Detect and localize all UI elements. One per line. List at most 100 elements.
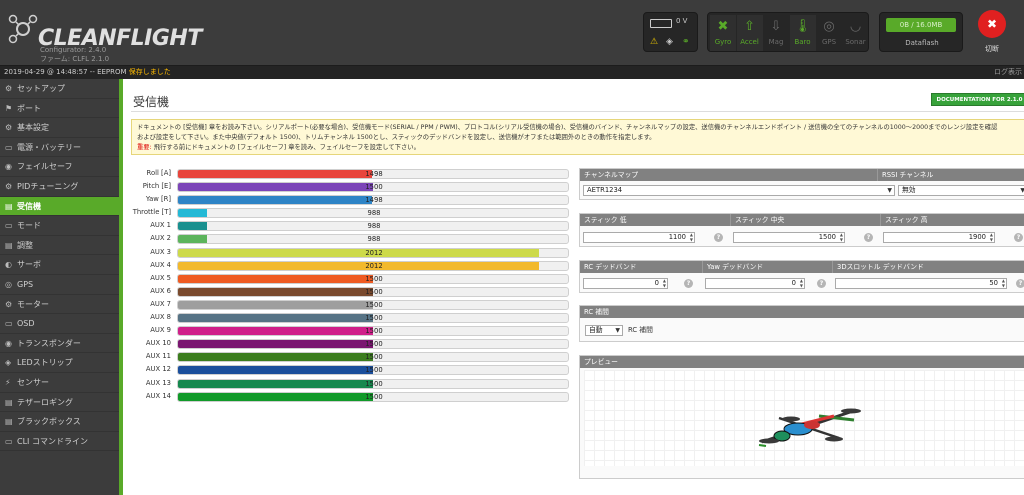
channel-meter: 1500 xyxy=(177,378,569,389)
sidebar-item-pid[interactable]: ⚙ PIDチューニング xyxy=(0,177,119,197)
top-header: CLEANFLIGHT Configurator: 2.4.0 ファーム: CL… xyxy=(0,0,1024,66)
help-icon[interactable]: ? xyxy=(864,233,873,242)
rssi-channel-select[interactable]: 無効 ▼ xyxy=(898,185,1024,196)
channel-value: 1500 xyxy=(365,392,383,401)
sidebar-item-label: ブラックボックス xyxy=(17,417,81,427)
channel-name: Pitch [E] xyxy=(142,182,171,191)
channel-meter: 1500 xyxy=(177,182,569,193)
sidebar-item-modes[interactable]: ▭ モード xyxy=(0,216,119,236)
config-icon: ⚙ xyxy=(5,123,13,133)
documentation-button[interactable]: DOCUMENTATION FOR 2.1.0 xyxy=(931,93,1024,106)
configurator-version: Configurator: 2.4.0 xyxy=(40,46,107,54)
quad-logo-icon xyxy=(8,14,38,44)
sidebar-item-gps-nav[interactable]: ◎ GPS xyxy=(0,275,119,295)
help-icon[interactable]: ? xyxy=(1014,233,1023,242)
sidebar-item-osd[interactable]: ▭ OSD xyxy=(0,314,119,334)
channel-name: AUX 7 xyxy=(150,299,171,308)
sidebar-item-receiver[interactable]: ▤ 受信機 xyxy=(0,196,119,217)
rssi-value: 無効 xyxy=(902,186,916,194)
deadband-box: RC デッドバンド Yaw デッドバンド 3Dスロットル デッドバンド 0 ▲ ▼ … xyxy=(579,260,1024,293)
channel-name: AUX 3 xyxy=(150,247,171,256)
stick-max-label: スティック 高 xyxy=(880,214,1024,226)
log-bar: 2019-04-29 @ 14:48:57 -- EEPROM 保存しました ロ… xyxy=(0,66,1024,79)
rc-interpolation-select[interactable]: 自動 ▼ xyxy=(585,325,623,336)
help-icon[interactable]: ? xyxy=(1016,279,1024,288)
channel-row: AUX 8 1500 xyxy=(131,312,571,325)
version-info: Configurator: 2.4.0 ファーム: CLFL 2.1.0 xyxy=(40,46,109,64)
sidebar-item-battery[interactable]: ▭ 電源・バッテリー xyxy=(0,138,119,158)
sidebar-item-servo[interactable]: ◐ サーボ xyxy=(0,255,119,275)
deadband-header: RC デッドバンド Yaw デッドバンド 3Dスロットル デッドバンド xyxy=(580,261,1024,273)
log-saved: 保存しました xyxy=(128,68,171,76)
channel-value: 1500 xyxy=(365,287,383,296)
help-icon[interactable]: ? xyxy=(817,279,826,288)
stick-range-box: スティック 低 スティック 中央 スティック 高 1100 ▲ ▼ ? 1500 ▲ ▼… xyxy=(579,213,1024,247)
yaw-deadband-input[interactable]: 0 ▲ ▼ xyxy=(705,278,805,289)
show-log-link[interactable]: ログ表示 xyxy=(994,66,1022,79)
sensor-label: GPS xyxy=(821,38,837,46)
spinner-icon[interactable]: ▲ ▼ xyxy=(1002,278,1005,288)
stick-center-input[interactable]: 1500 ▲ ▼ xyxy=(733,232,845,243)
sidebar-item-adjust[interactable]: ▤ 調整 xyxy=(0,236,119,256)
stick-max-input[interactable]: 1900 ▲ ▼ xyxy=(883,232,995,243)
spinner-icon[interactable]: ▲ ▼ xyxy=(990,232,993,242)
firmware-version: ファーム: CLFL 2.1.0 xyxy=(40,55,110,63)
channel-value: 2012 xyxy=(365,248,383,257)
channel-name: AUX 6 xyxy=(150,286,171,295)
help-icon[interactable]: ? xyxy=(714,233,723,242)
sidebar-item-label: ポート xyxy=(17,103,41,113)
sidebar-item-sensor[interactable]: ⚡ センサー xyxy=(0,373,119,393)
sidebar-item-led[interactable]: ◈ LEDストリップ xyxy=(0,353,119,373)
stick-max-value: 1900 xyxy=(968,233,986,241)
channel-value: 1500 xyxy=(365,300,383,309)
disconnect-button[interactable]: ✖ xyxy=(978,10,1006,38)
gps-nav-icon: ◎ xyxy=(5,279,12,289)
sidebar-item-motor[interactable]: ⚙ モーター xyxy=(0,295,119,315)
sidebar-item-cli[interactable]: ▭ CLI コマンドライン xyxy=(0,432,119,452)
sidebar-item-blackbox[interactable]: ▤ ブラックボックス xyxy=(0,412,119,432)
servo-icon: ◐ xyxy=(5,260,12,270)
spinner-icon[interactable]: ▲ ▼ xyxy=(800,278,803,288)
battery-icon: ▭ xyxy=(5,142,13,152)
sidebar-item-wrench[interactable]: ⚙ セットアップ xyxy=(0,79,119,99)
stick-min-input[interactable]: 1100 ▲ ▼ xyxy=(583,232,695,243)
sidebar-item-label: サーボ xyxy=(17,260,41,270)
info-note: ドキュメントの [受信機] 章をお読み下さい。シリアルポート(必要な場合)、受信… xyxy=(131,119,1024,155)
help-icon[interactable]: ? xyxy=(684,279,693,288)
note-warn-text: 飛行する前にドキュメントの [フェイルセーフ] 章を読み、フェイルセーフを設定し… xyxy=(151,144,420,151)
spinner-icon[interactable]: ▲ ▼ xyxy=(840,232,843,242)
channel-meter: 1500 xyxy=(177,391,569,402)
throttle-deadband-input[interactable]: 50 ▲ ▼ xyxy=(835,278,1007,289)
channel-value: 988 xyxy=(367,235,381,244)
rc-deadband-input[interactable]: 0 ▲ ▼ xyxy=(583,278,668,289)
throttle-deadband-value: 50 xyxy=(989,279,998,287)
disconnect-label: 切断 xyxy=(985,45,999,53)
usb-icon: ✖ xyxy=(986,17,998,31)
channel-name: Throttle [T] xyxy=(132,208,171,217)
chevron-down-icon: ▼ xyxy=(1020,187,1024,194)
channel-name: AUX 13 xyxy=(145,378,171,387)
sidebar-item-label: 受信機 xyxy=(17,201,41,211)
channel-meter: 2012 xyxy=(177,247,569,258)
sidebar-item-config[interactable]: ⚙ 基本設定 xyxy=(0,118,119,138)
sidebar-item-logging[interactable]: ▤ テザーロギング xyxy=(0,393,119,413)
modes-icon: ▭ xyxy=(5,221,13,231)
channel-map-select[interactable]: AETR1234 ▼ xyxy=(583,185,895,196)
dataflash-usage-bar: 0B / 16.0MB xyxy=(886,18,956,32)
channel-name: AUX 14 xyxy=(145,391,171,400)
sensor-label: Accel xyxy=(740,38,759,46)
sidebar-item-label: 調整 xyxy=(17,240,33,250)
channel-meter: 988 xyxy=(177,221,569,232)
sensor-status: ✖ Gyro ⇧ Accel ⇩ Mag 🌡 Baro ◎ GPS ◡ Sonar xyxy=(707,12,869,52)
sidebar-item-port[interactable]: ⚑ ポート xyxy=(0,99,119,119)
sidebar-item-label: 基本設定 xyxy=(17,123,49,133)
dataflash-label: Dataflash xyxy=(905,39,939,47)
spinner-icon[interactable]: ▲ ▼ xyxy=(690,232,693,242)
spinner-icon[interactable]: ▲ ▼ xyxy=(663,278,666,288)
channel-meter: 2012 xyxy=(177,260,569,271)
sidebar-item-transponder[interactable]: ◉ トランスポンダー xyxy=(0,334,119,354)
channel-name: AUX 8 xyxy=(150,313,171,322)
channel-row: AUX 14 1500 xyxy=(131,391,571,404)
sidebar-item-failsafe[interactable]: ◉ フェイルセーフ xyxy=(0,157,119,177)
rc-deadband-value: 0 xyxy=(654,279,659,287)
